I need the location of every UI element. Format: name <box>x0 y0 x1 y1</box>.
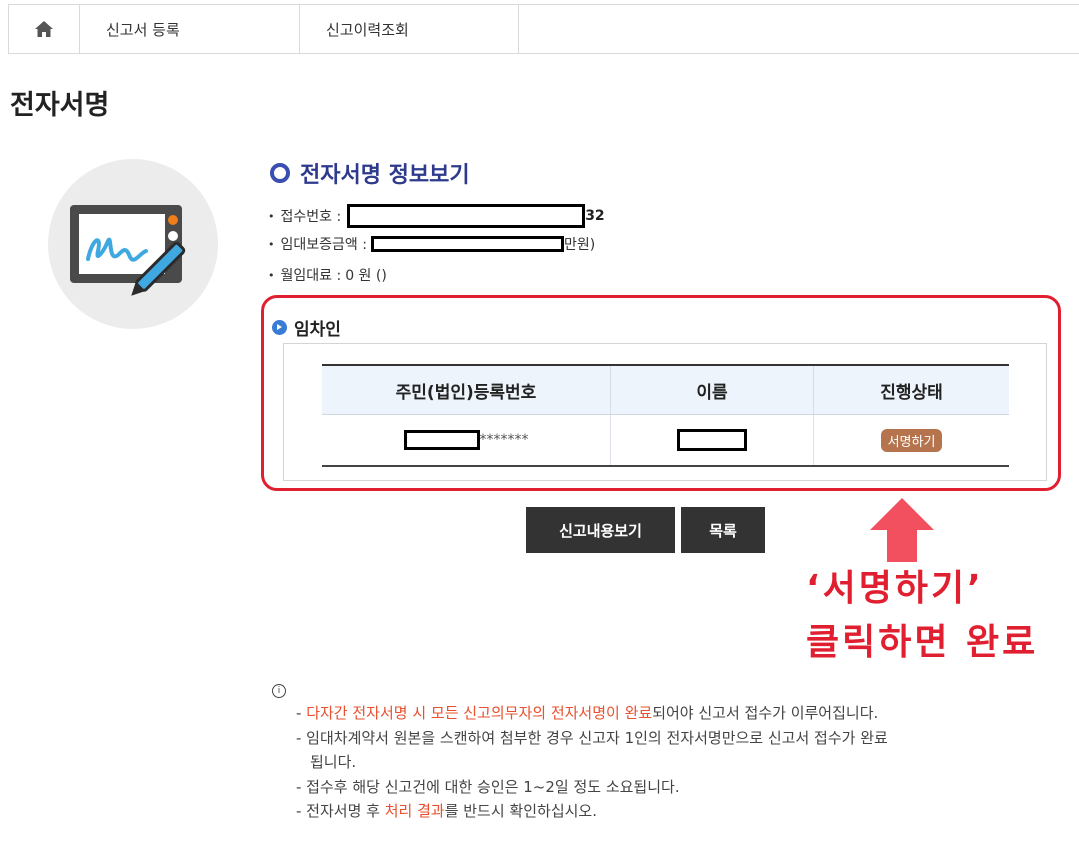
tenant-table: 주민(법인)등록번호 이름 진행상태 ******* 서명하기 <box>322 364 1009 467</box>
receipt-label: 접수번호 : <box>280 209 342 225</box>
annotation-line-2: 클릭하면 완료 <box>806 622 1039 663</box>
receipt-number-row: • 접수번호 : 32 <box>268 204 605 228</box>
info-icon: i <box>272 684 286 698</box>
receipt-suffix: 32 <box>585 208 605 224</box>
bullet-icon: • <box>268 209 275 223</box>
arrow-up-icon <box>870 498 934 562</box>
column-header-name: 이름 <box>610 365 814 415</box>
monthly-rent-row: • 월임대료 : 0 원 () <box>268 265 387 285</box>
section-title: 전자서명 정보보기 <box>270 157 470 189</box>
bullet-icon: • <box>268 268 275 282</box>
notice-list: - 다자간 전자서명 시 모든 신고의무자의 전자서명이 완료되어야 신고서 접… <box>296 701 1016 824</box>
sign-button[interactable]: 서명하기 <box>880 428 943 452</box>
column-header-reg-no: 주민(법인)등록번호 <box>322 365 611 415</box>
arrow-bullet-icon <box>272 320 287 335</box>
home-button[interactable] <box>9 5 80 53</box>
annotation-line-1: ‘서명하기’ <box>806 568 984 609</box>
rent-label: 월임대료 : <box>280 268 342 284</box>
reg-no-cell: ******* <box>322 414 611 466</box>
redacted-receipt-number <box>347 204 586 228</box>
name-cell <box>610 414 814 466</box>
notice-highlight: 다자간 전자서명 시 모든 신고의무자의 전자서명이 완료 <box>306 704 653 722</box>
notice-item: - 접수후 해당 신고건에 대한 승인은 1~2일 정도 소요됩니다. <box>296 777 680 796</box>
redacted-reg-no <box>403 430 480 450</box>
rent-value: 0 원 () <box>345 268 387 284</box>
section-title-text: 전자서명 정보보기 <box>300 163 470 188</box>
notice-item-continued: 됩니다. <box>310 753 357 771</box>
table-row: ******* 서명하기 <box>322 414 1010 467</box>
deposit-suffix: 만원) <box>563 237 596 253</box>
status-cell: 서명하기 <box>814 415 1010 467</box>
column-header-status: 진행상태 <box>813 365 1009 415</box>
page-title: 전자서명 <box>10 90 110 121</box>
tenant-title-text: 임차인 <box>294 320 341 340</box>
reg-no-masked: ******* <box>479 432 529 448</box>
tenant-title: 임차인 <box>272 315 341 340</box>
top-navigation: 신고서 등록 신고이력조회 <box>8 4 1079 54</box>
tab-register[interactable]: 신고서 등록 <box>80 5 300 53</box>
circle-icon <box>270 163 290 183</box>
notice-text: - 전자서명 후 <box>296 802 385 820</box>
deposit-label: 임대보증금액 : <box>280 237 367 253</box>
tab-history[interactable]: 신고이력조회 <box>300 5 519 53</box>
view-content-button[interactable]: 신고내용보기 <box>526 507 675 553</box>
notice-text: 를 반드시 확인하십시오. <box>444 802 597 820</box>
signature-tablet-icon <box>48 159 218 329</box>
notice-item: - 다자간 전자서명 시 모든 신고의무자의 전자서명이 완료되어야 신고서 접… <box>296 701 1016 726</box>
notice-text: 되어야 신고서 접수가 이루어집니다. <box>652 704 879 722</box>
home-icon <box>35 21 53 37</box>
notice-item: - 임대차계약서 원본을 스캔하여 첨부한 경우 신고자 1인의 전자서명만으로… <box>296 728 888 747</box>
deposit-row: • 임대보증금액 : 만원) <box>268 234 595 254</box>
notice-item: - 전자서명 후 처리 결과를 반드시 확인하십시오. <box>296 799 1016 824</box>
redacted-name <box>677 429 747 451</box>
redacted-deposit-amount <box>370 236 564 252</box>
notice-text: - <box>296 704 307 722</box>
bullet-icon: • <box>268 237 275 251</box>
list-button[interactable]: 목록 <box>681 507 765 553</box>
table-header-row: 주민(법인)등록번호 이름 진행상태 <box>322 365 1009 415</box>
notice-highlight: 처리 결과 <box>384 802 445 820</box>
